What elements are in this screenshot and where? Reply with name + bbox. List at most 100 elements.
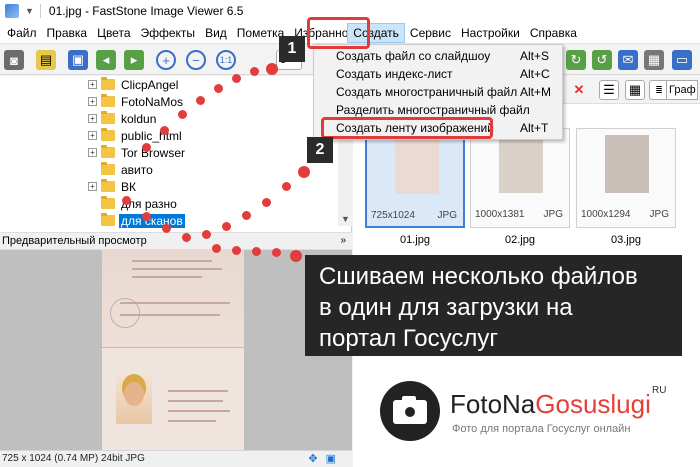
thumbnails-view-icon[interactable]: ▦: [625, 80, 645, 100]
display-icon[interactable]: ▭: [672, 50, 692, 70]
tree-item[interactable]: + ВК: [0, 178, 138, 195]
tree-item-selected[interactable]: для сканов: [0, 212, 185, 229]
passport-photo: [116, 374, 152, 424]
expand-icon[interactable]: +: [88, 114, 97, 123]
tree-item[interactable]: + FotoNaMos: [0, 93, 185, 110]
menu-item-slideshow[interactable]: Создать файл со слайдшоу Alt+S: [314, 48, 564, 65]
rotate-left-icon[interactable]: ↺: [592, 50, 612, 70]
thumbnail-item[interactable]: 1000x1381 JPG 02.jpg: [470, 128, 570, 248]
status-bar: 725 x 1024 (0.74 MP) 24bit JPG ✥▣: [0, 450, 352, 467]
chevron-down-icon[interactable]: ▼: [25, 6, 34, 16]
preview-header: Предварительный просмотр »: [0, 232, 352, 250]
passport-text-line: [168, 410, 230, 412]
menu-item-multipage[interactable]: Создать многостраничный файл Alt+M: [314, 84, 564, 101]
passport-text-line: [168, 390, 228, 392]
tree-item[interactable]: + Tor Browser: [0, 144, 187, 161]
tree-item-label: koldun: [121, 111, 157, 126]
zoom-out-icon[interactable]: −: [186, 50, 206, 70]
logo-brand-part2: Gosuslugi: [535, 389, 651, 419]
image-info: 725 x 1024 (0.74 MP) 24bit JPG: [2, 453, 145, 464]
open-folder-icon[interactable]: ▤: [36, 50, 56, 70]
folder-icon: [101, 77, 115, 90]
expand-icon[interactable]: +: [88, 182, 97, 191]
thumbnail-dims: 1000x1381: [475, 209, 525, 220]
menu-file[interactable]: Файл: [2, 22, 42, 44]
expand-icon[interactable]: +: [88, 97, 97, 106]
tree-item-label: ClicpAngel: [121, 77, 179, 92]
passport-preview-image: [102, 250, 244, 450]
rotate-icon[interactable]: ↻: [566, 50, 586, 70]
actual-size-icon[interactable]: 1:1: [216, 50, 236, 70]
stamp-mark: [110, 298, 140, 328]
thumbnail-item[interactable]: 1000x1294 JPG 03.jpg: [576, 128, 676, 248]
tree-item[interactable]: авито: [0, 161, 155, 178]
thumbnail-type: JPG: [543, 209, 563, 220]
expand-icon[interactable]: +: [88, 148, 97, 157]
menu-item-label: Создать файл со слайдшоу: [336, 49, 491, 63]
logo-brand-part1: FotoNa: [450, 389, 536, 419]
thumbnail-dims: 1000x1294: [581, 209, 631, 220]
tree-item[interactable]: + koldun: [0, 110, 158, 127]
app-icon[interactable]: [5, 4, 19, 18]
thumbnail-frame: 1000x1381 JPG: [470, 128, 570, 228]
folder-icon: [101, 145, 115, 158]
menu-settings[interactable]: Настройки: [456, 22, 525, 44]
expand-icon[interactable]: +: [88, 131, 97, 140]
menu-item-label: Создать индекс-лист: [336, 67, 453, 81]
screenshot-root: { "window": { "title": "01.jpg - FastSto…: [0, 0, 700, 467]
menu-colors[interactable]: Цвета: [92, 22, 135, 44]
menu-view[interactable]: Вид: [200, 22, 232, 44]
collapse-icon[interactable]: »: [340, 233, 346, 249]
face: [124, 382, 144, 406]
tree-item[interactable]: + ClicpAngel: [0, 76, 180, 93]
chevron-down-icon[interactable]: ▼: [341, 214, 350, 224]
expand-icon[interactable]: +: [88, 80, 97, 89]
view-icon[interactable]: ▦: [644, 50, 664, 70]
logo-tagline: Фото для портала Госуслуг онлайн: [452, 423, 631, 435]
next-icon[interactable]: ▸: [124, 50, 144, 70]
tree-item-label: Tor Browser: [121, 145, 186, 160]
passport-text-line: [168, 400, 223, 402]
passport-text-line: [132, 268, 222, 270]
step-badge-1: 1: [279, 36, 305, 62]
tree-item-label: ВК: [121, 179, 136, 194]
banner-line: в один для загрузки на: [319, 294, 573, 321]
thumbnail-item[interactable]: 725x1024 JPG 01.jpg: [365, 128, 465, 248]
menu-item-contact-sheet[interactable]: Создать индекс-лист Alt+C: [314, 66, 564, 83]
tree-item[interactable]: для разно: [0, 195, 179, 212]
thumbnail-type: JPG: [649, 209, 669, 220]
highlight-image-strip: [321, 117, 493, 139]
sort-combo[interactable]: Граф: [666, 80, 698, 100]
menu-edit[interactable]: Правка: [42, 22, 93, 44]
menu-item-shortcut: Alt+S: [520, 49, 550, 63]
camera-icon[interactable]: ◙: [4, 50, 24, 70]
folder-icon: [101, 162, 115, 175]
preview-area: [0, 250, 352, 450]
thumbnail-name: 02.jpg: [505, 234, 535, 246]
thumbnail-name: 03.jpg: [611, 234, 641, 246]
menu-item-shortcut: Alt+T: [520, 121, 549, 135]
passport-text-line: [132, 260, 212, 262]
logo-brand: FotoNaGosuslugi: [450, 389, 651, 420]
fit-icons[interactable]: ✥▣: [308, 451, 344, 467]
menu-item-shortcut: Alt+C: [520, 67, 550, 81]
zoom-in-icon[interactable]: +: [156, 50, 176, 70]
preview-title: Предварительный просмотр: [2, 235, 147, 247]
email-icon[interactable]: ✉: [618, 50, 638, 70]
save-icon[interactable]: ▣: [68, 50, 88, 70]
menu-service[interactable]: Сервис: [405, 22, 456, 44]
folder-icon: [101, 128, 115, 141]
prev-icon[interactable]: ◂: [96, 50, 116, 70]
tree-item-label: public_html: [121, 128, 182, 143]
passport-text-line: [168, 420, 216, 422]
delete-icon[interactable]: ✕: [569, 80, 589, 100]
folder-icon: [101, 179, 115, 192]
step-badge-2: 2: [307, 137, 333, 163]
details-view-icon[interactable]: ☰: [599, 80, 619, 100]
folder-icon: [101, 196, 115, 209]
menu-effects[interactable]: Эффекты: [136, 22, 201, 44]
tree-item[interactable]: + public_html: [0, 127, 184, 144]
menu-help[interactable]: Справка: [525, 22, 582, 44]
window-title: 01.jpg - FastStone Image Viewer 6.5: [48, 4, 244, 18]
thumbnail-type: JPG: [437, 210, 457, 221]
